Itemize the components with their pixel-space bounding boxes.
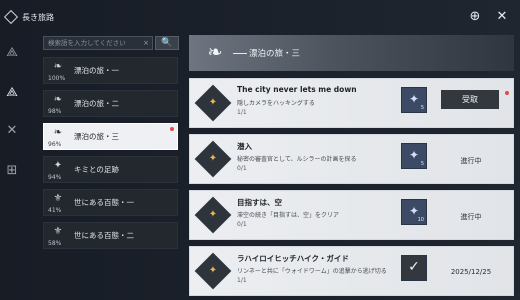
category-label: 世にある百態・一 [74,198,134,207]
app-window: 長き旅路 ⊕ ✕ ⟁ ⟁ ✕ ⊞ 検索語を入力してください × 🔍 ❧ 100% 漂泊の旅… [0,0,520,300]
quest-description: リンネーと共に「ウォイドワーム」の追撃から逃げ切る [237,268,387,275]
quest-progress: 1/1 [237,277,247,284]
quest-diamond-icon: ✦ [194,140,232,178]
quest-card[interactable]: ✦ The city never lets me down 隠しカメラをハッキングす… [189,78,514,128]
search-button[interactable]: 🔍 [155,36,179,50]
search-input[interactable]: 検索語を入力してください × [43,36,153,50]
clear-icon[interactable]: × [143,37,149,49]
quest-description: 隠しカメラをハッキングする [237,100,315,107]
quest-title: The city never lets me down [237,85,357,94]
category-progress: 41% [48,207,62,214]
quest-description: 滞空の続き「目指すは、空」をクリア [237,212,340,219]
side-rail: ⟁ ⟁ ✕ ⊞ [0,34,24,300]
category-label: 漂泊の旅・二 [74,99,119,108]
category-item[interactable]: ⚜ 58% 世にある百態・二 [43,222,178,249]
page-title: 長き旅路 [22,12,54,22]
category-label: 漂泊の旅・一 [74,66,119,75]
reward-glyph: ✦ [408,92,420,106]
reward-glyph: ✦ [408,204,420,218]
reward-count: 5 [420,105,424,111]
feather-icon: ❧ [207,42,223,63]
rail-item-4[interactable]: ⊞ [3,162,21,180]
close-icon[interactable]: ✕ [493,8,511,26]
feather-icon: ❧ [53,127,63,138]
top-bar: 長き旅路 ⊕ ✕ [0,0,520,34]
category-item[interactable]: ✦ 94% キミとの足跡 [43,156,178,183]
crystal-icon: ✦ 10 [401,199,427,225]
category-progress: 100% [48,75,66,82]
rail-item-3[interactable]: ✕ [3,122,21,140]
quest-description: 秘密の審査官として、ルシラーの計画を探る [237,156,357,163]
category-item[interactable]: ❧ 96% 漂泊の旅・三 [43,123,178,150]
search-placeholder: 検索語を入力してください [48,39,126,47]
category-label: 漂泊の旅・三 [74,132,119,141]
category-label: 世にある百態・二 [74,231,134,240]
category-progress: 58% [48,240,62,247]
spark-icon: ✦ [53,160,63,171]
search-icon: 🔍 [161,38,173,48]
quest-card[interactable]: ✦ 目指すは、空 滞空の続き「目指すは、空」をクリア 0/1 ✦ 10 進行中 [189,190,514,240]
header-divider [233,53,247,54]
section-header: ❧ 漂泊の旅・三 [189,35,514,71]
check-icon: ✓ [401,255,427,281]
quest-progress: 0/1 [237,165,247,172]
crystal-icon: ✦ 5 [401,87,427,113]
category-progress: 94% [48,174,62,181]
category-item[interactable]: ❧ 98% 漂泊の旅・二 [43,90,178,117]
quest-title: 潜入 [237,142,252,151]
category-item[interactable]: ❧ 100% 漂泊の旅・一 [43,57,178,84]
rail-item-1[interactable]: ⟁ [3,44,21,62]
quest-card[interactable]: ✦ ラハイロイヒッチハイク・ガイドリンネーと共に「ウォイドワーム」の追撃から逃げ切… [189,246,514,296]
category-progress: 96% [48,141,62,148]
notification-dot [170,127,174,131]
quest-diamond-icon: ✦ [194,252,232,290]
quest-title: ラハイロイヒッチハイク・ガイド [237,254,349,263]
crest-icon: ⚜ [53,226,63,237]
feather-icon: ❧ [53,61,63,72]
reward-count: 5 [420,161,424,167]
reward-glyph: ✓ [408,259,420,275]
notification-dot [505,91,509,95]
rail-item-2[interactable]: ⟁ [3,84,21,102]
category-label: キミとの足跡 [74,165,119,174]
quest-card[interactable]: ✦ 潜入 秘密の審査官として、ルシラーの計画を探る 0/1 ✦ 5 進行中 [189,134,514,184]
claim-button[interactable]: 受取 [441,90,499,109]
reward-glyph: ✦ [408,148,420,162]
journey-icon [3,9,19,25]
quest-diamond-icon: ✦ [194,84,232,122]
feather-icon: ❧ [53,94,63,105]
reward-count: 10 [417,217,424,223]
category-item[interactable]: ⚜ 41% 世にある百態・一 [43,189,178,216]
quest-progress: 0/1 [237,221,247,228]
quest-status: 2025/12/25 [450,268,492,276]
quest-title: 目指すは、空 [237,198,282,207]
target-icon[interactable]: ⊕ [466,8,484,26]
quest-status: 進行中 [460,213,482,221]
category-progress: 98% [48,108,62,115]
quest-progress: 1/1 [237,109,247,116]
quest-diamond-icon: ✦ [194,196,232,234]
crystal-icon: ✦ 5 [401,143,427,169]
quest-status: 進行中 [460,157,482,165]
section-title: 漂泊の旅・三 [249,49,301,59]
crest-icon: ⚜ [53,193,63,204]
